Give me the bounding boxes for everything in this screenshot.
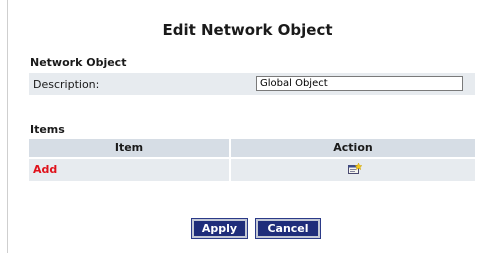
edit-network-object-dialog: Edit Network Object Network Object Descr… <box>0 0 495 253</box>
add-item-icon[interactable] <box>348 163 362 175</box>
network-object-heading: Network Object <box>30 56 127 69</box>
page-title: Edit Network Object <box>162 21 333 39</box>
cancel-button[interactable]: Cancel <box>255 218 321 239</box>
description-label: Description: <box>33 78 100 91</box>
items-table-header: Item Action <box>29 139 475 157</box>
column-divider <box>229 159 231 181</box>
description-input[interactable] <box>256 76 463 91</box>
column-header-action: Action <box>333 141 373 154</box>
apply-button[interactable]: Apply <box>191 218 248 239</box>
add-item-link[interactable]: Add <box>33 163 57 176</box>
left-border <box>7 0 8 253</box>
items-heading: Items <box>30 123 65 136</box>
table-row: Add <box>29 159 475 181</box>
column-header-item: Item <box>114 141 144 154</box>
